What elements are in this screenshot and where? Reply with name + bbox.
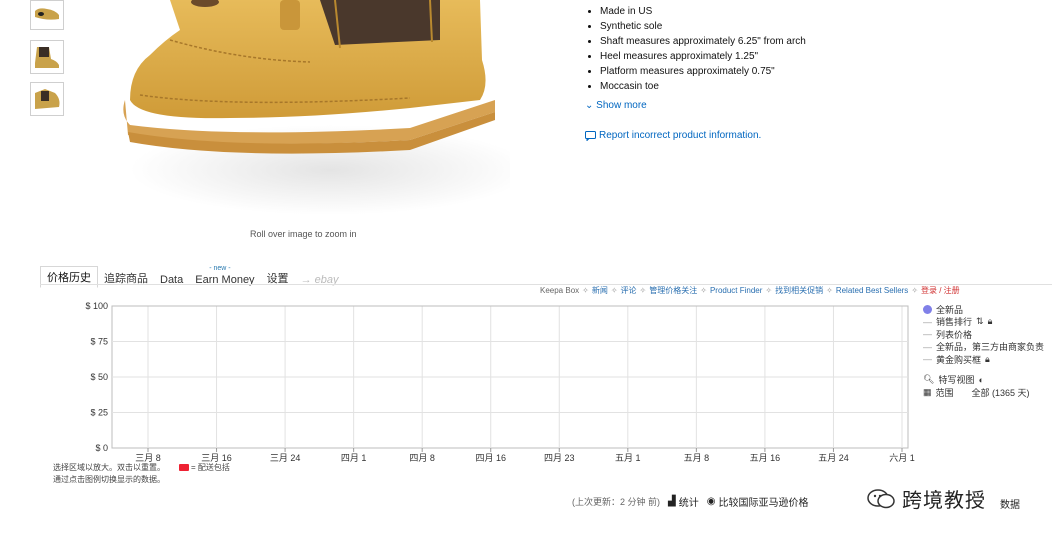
watermark: 跨境教授: [866, 484, 986, 513]
chart-hint: 选择区域以放大。双击以重置。 = 配送包括 通过点击图例切换显示的数据。: [53, 463, 230, 484]
y-tick-label: $ 50: [90, 372, 108, 382]
price-history-chart[interactable]: $ 0$ 25$ 50$ 75$ 100三月 8 三月 16 三月 24 四月 1 四月…: [50, 300, 920, 465]
reviews-link[interactable]: 评论: [621, 286, 637, 295]
x-tick-label: 四月 16: [475, 453, 506, 463]
keepa-link-bar: Keepa Box ✧ 新闻 ✧ 评论 ✧ 管理价格关注 ✧ Product Finder ✧ 找到…: [540, 286, 960, 295]
compare-international-button[interactable]: ◉ 比较国际亚马逊价格: [707, 494, 809, 509]
compact-view-toggle[interactable]: 🔍︎ 特写视图 ◐: [923, 374, 1044, 387]
tab-data[interactable]: Data: [154, 272, 189, 288]
search-icon: 🔍︎: [923, 374, 935, 385]
statistics-button[interactable]: ▟ 统计: [668, 494, 699, 509]
y-tick-label: $ 25: [90, 408, 108, 418]
bullet-item: Moccasin toe: [600, 79, 806, 94]
product-thumbnail-3[interactable]: [30, 82, 64, 116]
comment-icon: [585, 130, 596, 141]
login-link[interactable]: 登录 / 注册: [921, 286, 960, 295]
bullet-item: Heel measures approximately 1.25": [600, 49, 806, 64]
x-tick-label: 四月 23: [544, 453, 575, 463]
report-incorrect-info-link[interactable]: Report incorrect product information.: [585, 130, 761, 141]
sort-icon: ⇅: [976, 316, 984, 327]
tab-track-product[interactable]: 追踪商品: [98, 268, 154, 288]
x-tick-label: 四月 1: [341, 453, 367, 463]
wechat-icon: [867, 488, 895, 508]
globe-icon: ◉: [706, 496, 716, 507]
related-best-sellers-link[interactable]: Related Best Sellers: [836, 286, 908, 295]
bullet-item: Made in US: [600, 4, 806, 19]
calendar-icon: ▦: [923, 386, 932, 397]
legend-new-third-party[interactable]: — 全新品，第三方由商家负责: [923, 341, 1044, 354]
x-tick-label: 六月 1: [889, 452, 915, 463]
related-deals-link[interactable]: 找到相关促销: [775, 286, 823, 295]
zoom-hint: Roll over image to zoom in: [250, 229, 357, 239]
bullet-item: Synthetic sole: [600, 19, 806, 34]
tab-ebay[interactable]: → ebay: [295, 272, 345, 288]
x-tick-label: 四月 8: [409, 453, 435, 463]
legend-sales-rank[interactable]: — 销售排行 ⇅ 🔒︎: [923, 316, 1044, 329]
product-thumbnail-2[interactable]: [30, 40, 64, 74]
product-finder-link[interactable]: Product Finder: [710, 286, 762, 295]
chart-legend: 全新品 — 销售排行 ⇅ 🔒︎ — 列表价格 — 全新品，第三方由商家负责 — 黄金购买框 🔒…: [923, 303, 1044, 399]
keepa-box-link[interactable]: Keepa Box: [540, 286, 579, 295]
x-tick-label: 五月 8: [684, 453, 710, 463]
feature-bullets: Made in US Synthetic sole Shaft measures…: [585, 4, 806, 94]
legend-new[interactable]: 全新品: [923, 303, 1044, 316]
bottom-bar: (上次更新：2 分钟 前) ▟ 统计 ◉ 比较国际亚马逊价格: [572, 494, 808, 509]
new-series-dot: [923, 304, 932, 314]
x-tick-label: 五月 16: [750, 453, 781, 463]
show-more-link[interactable]: ⌄ Show more: [585, 100, 647, 111]
x-tick-label: 三月 24: [270, 453, 301, 463]
y-tick-label: $ 75: [90, 337, 108, 347]
data-link[interactable]: 数据: [1000, 496, 1020, 511]
tab-settings[interactable]: 设置: [261, 268, 295, 288]
last-update: (上次更新：2 分钟 前): [572, 497, 661, 507]
bullet-item: Shaft measures approximately 6.25" from …: [600, 34, 806, 49]
range-selector[interactable]: ▦ 范围 全部 (1365 天): [923, 386, 1044, 399]
free-shipping-icon: [179, 464, 189, 472]
manage-alerts-link[interactable]: 管理价格关注: [649, 286, 697, 295]
bullet-item: Platform measures approximately 0.75": [600, 64, 806, 79]
y-tick-label: $ 100: [85, 301, 108, 311]
lock-icon: 🔒︎: [985, 353, 990, 364]
product-main-image[interactable]: [110, 0, 530, 215]
new-badge: - new -: [209, 265, 231, 272]
x-tick-label: 五月 1: [615, 453, 641, 463]
news-link[interactable]: 新闻: [592, 286, 608, 295]
x-tick-label: 五月 24: [818, 453, 849, 463]
toggle-icon: ◐: [978, 374, 984, 385]
tab-earn-money[interactable]: - new - Earn Money: [189, 265, 260, 288]
legend-buy-box[interactable]: — 黄金购买框 🔒︎: [923, 353, 1044, 366]
lock-icon: 🔒︎: [987, 316, 993, 327]
chevron-down-icon: ⌄: [585, 100, 594, 111]
product-thumbnail-1[interactable]: [30, 0, 64, 30]
bar-chart-icon: ▟: [668, 496, 676, 507]
legend-list-price[interactable]: — 列表价格: [923, 328, 1044, 341]
y-tick-label: $ 0: [95, 443, 108, 453]
